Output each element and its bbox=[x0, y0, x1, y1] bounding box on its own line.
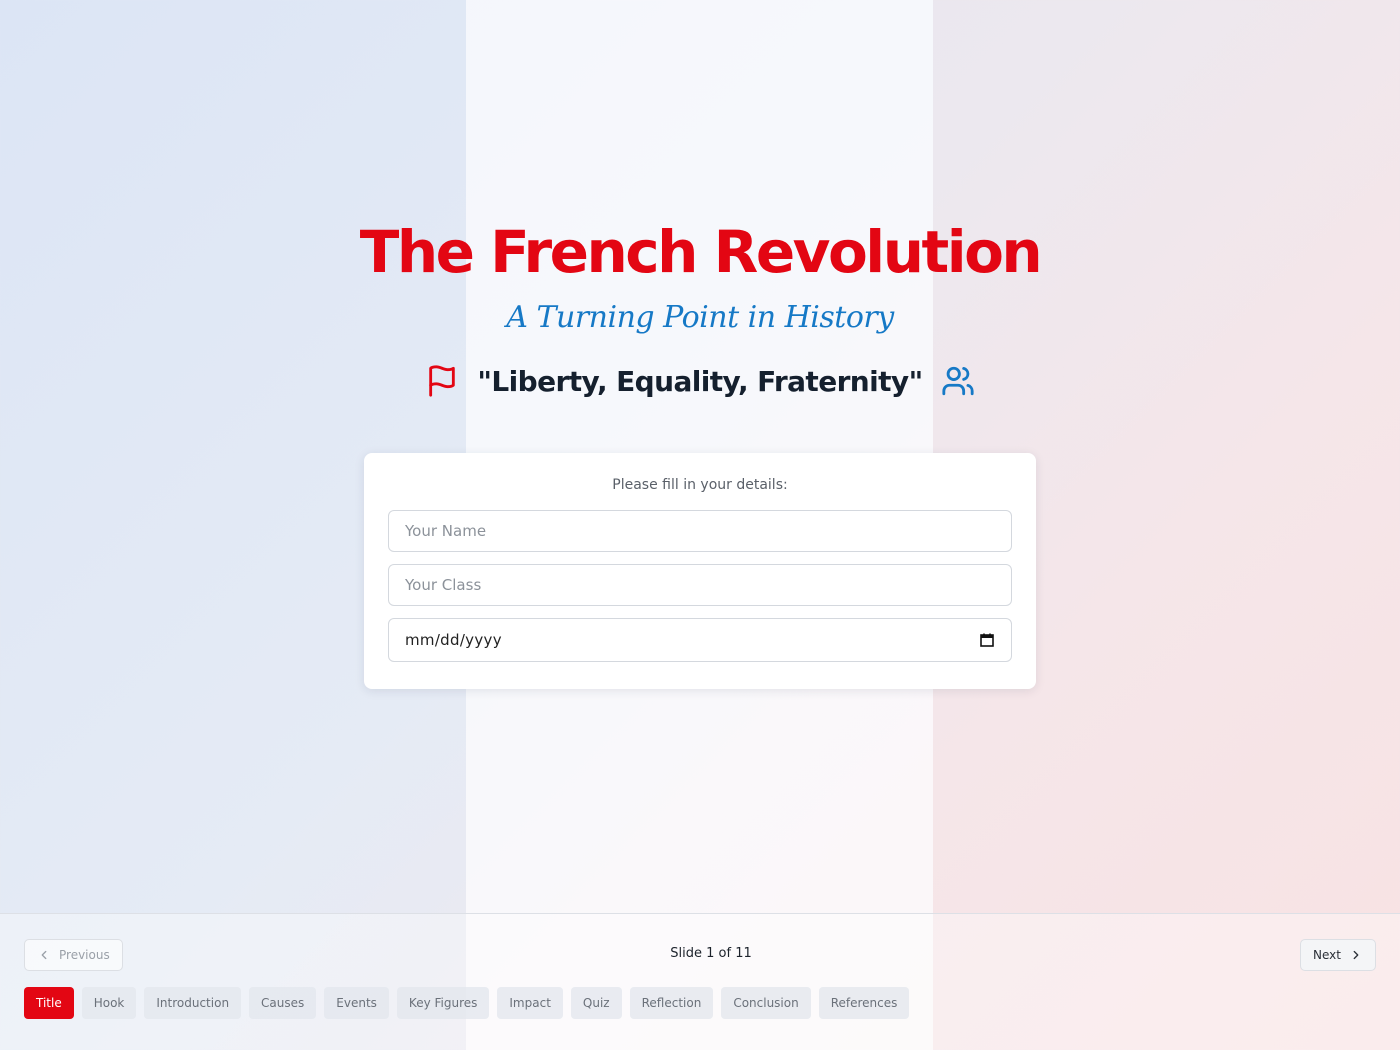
slide-counter: Slide 1 of 11 bbox=[670, 946, 752, 961]
users-icon bbox=[941, 364, 975, 398]
navigation-footer: Previous Slide 1 of 11 Next Title Hook I… bbox=[0, 913, 1400, 1050]
tab-events[interactable]: Events bbox=[324, 987, 389, 1019]
tab-references[interactable]: References bbox=[818, 987, 910, 1019]
calendar-icon[interactable] bbox=[979, 632, 995, 648]
name-input[interactable] bbox=[388, 510, 1012, 552]
tab-quiz[interactable]: Quiz bbox=[570, 987, 622, 1019]
next-button[interactable]: Next bbox=[1300, 939, 1376, 971]
class-input[interactable] bbox=[388, 564, 1012, 606]
form-prompt: Please fill in your details: bbox=[612, 477, 788, 493]
date-input[interactable]: mm/dd/yyyy bbox=[388, 618, 1012, 662]
details-form-card: Please fill in your details: mm/dd/yyyy bbox=[364, 453, 1036, 689]
tab-conclusion[interactable]: Conclusion bbox=[721, 987, 811, 1019]
slide-tabs: Title Hook Introduction Causes Events Ke… bbox=[24, 987, 910, 1019]
motto-text: "Liberty, Equality, Fraternity" bbox=[477, 364, 923, 398]
tab-causes[interactable]: Causes bbox=[249, 987, 317, 1019]
tab-key-figures[interactable]: Key Figures bbox=[396, 987, 490, 1019]
slide-subtitle: A Turning Point in History bbox=[506, 300, 894, 335]
slide-content: The French Revolution A Turning Point in… bbox=[0, 0, 1400, 913]
tab-reflection[interactable]: Reflection bbox=[629, 987, 714, 1019]
chevron-right-icon bbox=[1349, 948, 1363, 962]
next-label: Next bbox=[1313, 948, 1341, 962]
tab-hook[interactable]: Hook bbox=[81, 987, 137, 1019]
tab-title[interactable]: Title bbox=[24, 987, 74, 1019]
tab-introduction[interactable]: Introduction bbox=[144, 987, 242, 1019]
tab-impact[interactable]: Impact bbox=[497, 987, 563, 1019]
motto-row: "Liberty, Equality, Fraternity" bbox=[0, 364, 1400, 398]
flag-icon bbox=[425, 364, 459, 398]
date-placeholder: mm/dd/yyyy bbox=[405, 631, 502, 649]
slide-title: The French Revolution bbox=[359, 218, 1043, 286]
